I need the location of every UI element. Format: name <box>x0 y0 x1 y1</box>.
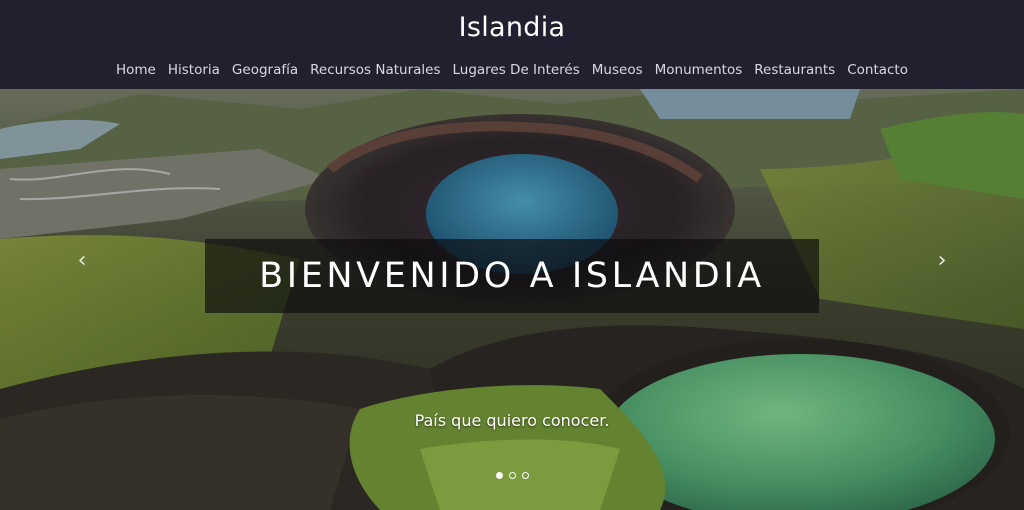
nav-item-geografia[interactable]: Geografía <box>232 62 298 78</box>
nav-item-monumentos[interactable]: Monumentos <box>655 62 743 78</box>
main-nav: Home Historia Geografía Recursos Natural… <box>0 62 1024 78</box>
hero-carousel: ‹ › BIENVENIDO A ISLANDIA País que quier… <box>0 89 1024 510</box>
carousel-indicator-3[interactable] <box>521 472 529 479</box>
carousel-prev-button[interactable]: ‹ <box>70 249 94 273</box>
chevron-right-icon: › <box>937 248 947 273</box>
carousel-title: BIENVENIDO A ISLANDIA <box>259 256 765 296</box>
nav-item-lugares-de-interes[interactable]: Lugares De Interés <box>452 62 579 78</box>
nav-item-restaurants[interactable]: Restaurants <box>754 62 835 78</box>
nav-item-recursos-naturales[interactable]: Recursos Naturales <box>310 62 440 78</box>
carousel-next-button[interactable]: › <box>930 249 954 273</box>
nav-item-contacto[interactable]: Contacto <box>847 62 908 78</box>
carousel-indicator-2[interactable] <box>508 472 516 479</box>
carousel-caption-box: BIENVENIDO A ISLANDIA <box>205 239 819 313</box>
nav-item-museos[interactable]: Museos <box>592 62 643 78</box>
carousel-subtitle: País que quiero conocer. <box>414 411 610 430</box>
carousel-indicators <box>0 472 1024 479</box>
chevron-left-icon: ‹ <box>77 248 87 273</box>
site-brand[interactable]: Islandia <box>0 12 1024 43</box>
carousel-indicator-1[interactable] <box>495 472 503 479</box>
site-header: Islandia Home Historia Geografía Recurso… <box>0 0 1024 89</box>
nav-item-historia[interactable]: Historia <box>168 62 220 78</box>
nav-item-home[interactable]: Home <box>116 62 156 78</box>
